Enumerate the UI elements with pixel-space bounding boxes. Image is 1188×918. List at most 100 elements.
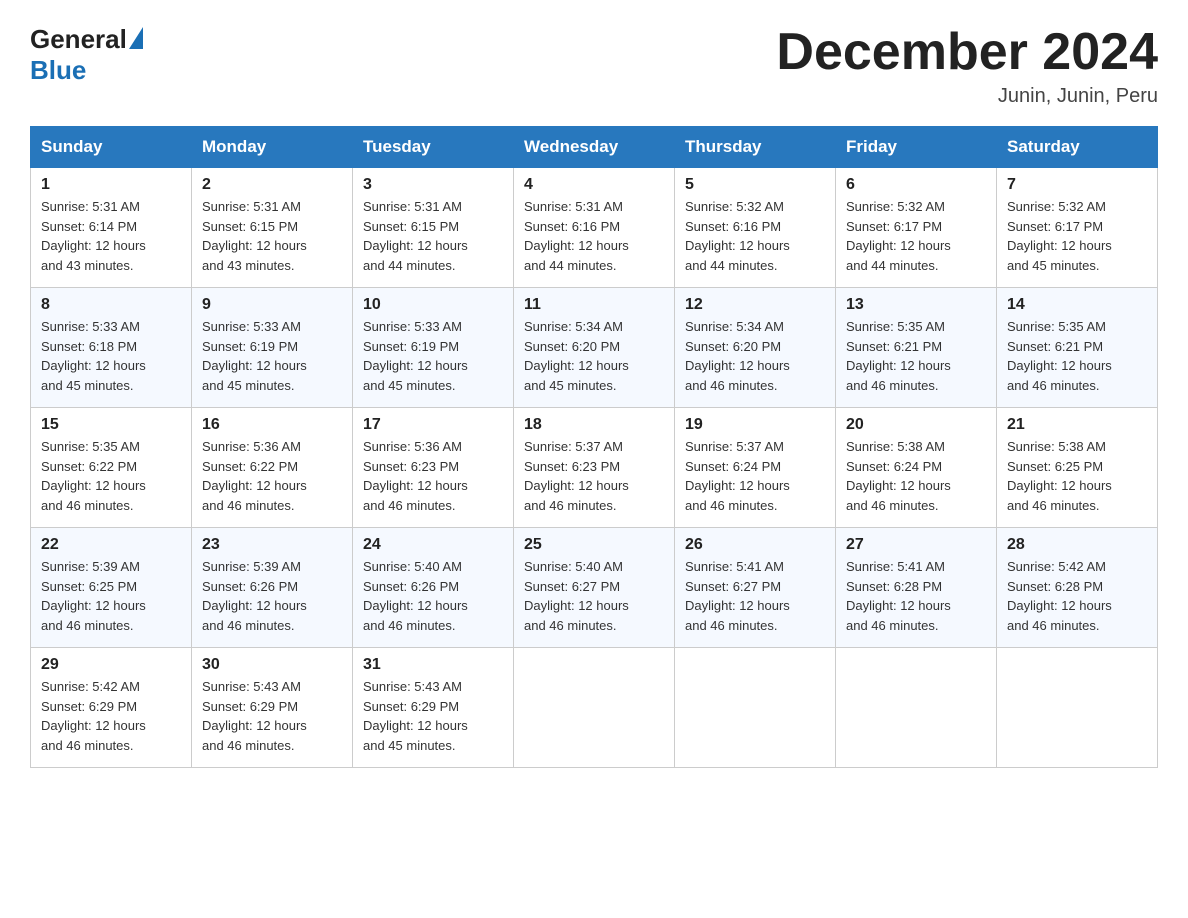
- day-info: Sunrise: 5:38 AM Sunset: 6:25 PM Dayligh…: [1007, 437, 1147, 515]
- day-number: 4: [524, 176, 664, 194]
- day-info: Sunrise: 5:32 AM Sunset: 6:16 PM Dayligh…: [685, 197, 825, 275]
- calendar-week-row: 8 Sunrise: 5:33 AM Sunset: 6:18 PM Dayli…: [31, 288, 1158, 408]
- calendar-cell: 15 Sunrise: 5:35 AM Sunset: 6:22 PM Dayl…: [31, 408, 192, 528]
- day-info: Sunrise: 5:41 AM Sunset: 6:28 PM Dayligh…: [846, 557, 986, 635]
- day-header-sunday: Sunday: [31, 127, 192, 168]
- day-number: 8: [41, 296, 181, 314]
- day-number: 23: [202, 536, 342, 554]
- calendar-cell: 29 Sunrise: 5:42 AM Sunset: 6:29 PM Dayl…: [31, 648, 192, 768]
- calendar-cell: 13 Sunrise: 5:35 AM Sunset: 6:21 PM Dayl…: [836, 288, 997, 408]
- day-number: 19: [685, 416, 825, 434]
- calendar-cell: 28 Sunrise: 5:42 AM Sunset: 6:28 PM Dayl…: [997, 528, 1158, 648]
- calendar-cell: 12 Sunrise: 5:34 AM Sunset: 6:20 PM Dayl…: [675, 288, 836, 408]
- day-info: Sunrise: 5:33 AM Sunset: 6:19 PM Dayligh…: [363, 317, 503, 395]
- logo-triangle-icon: [129, 27, 143, 49]
- day-info: Sunrise: 5:31 AM Sunset: 6:15 PM Dayligh…: [202, 197, 342, 275]
- calendar-cell: 8 Sunrise: 5:33 AM Sunset: 6:18 PM Dayli…: [31, 288, 192, 408]
- day-header-friday: Friday: [836, 127, 997, 168]
- day-number: 9: [202, 296, 342, 314]
- day-info: Sunrise: 5:37 AM Sunset: 6:24 PM Dayligh…: [685, 437, 825, 515]
- day-number: 2: [202, 176, 342, 194]
- calendar-cell: 17 Sunrise: 5:36 AM Sunset: 6:23 PM Dayl…: [353, 408, 514, 528]
- day-info: Sunrise: 5:39 AM Sunset: 6:25 PM Dayligh…: [41, 557, 181, 635]
- day-number: 18: [524, 416, 664, 434]
- calendar-cell: [836, 648, 997, 768]
- day-info: Sunrise: 5:35 AM Sunset: 6:22 PM Dayligh…: [41, 437, 181, 515]
- day-info: Sunrise: 5:36 AM Sunset: 6:22 PM Dayligh…: [202, 437, 342, 515]
- calendar-cell: 26 Sunrise: 5:41 AM Sunset: 6:27 PM Dayl…: [675, 528, 836, 648]
- day-number: 6: [846, 176, 986, 194]
- calendar-cell: 24 Sunrise: 5:40 AM Sunset: 6:26 PM Dayl…: [353, 528, 514, 648]
- day-number: 21: [1007, 416, 1147, 434]
- day-number: 10: [363, 296, 503, 314]
- day-number: 13: [846, 296, 986, 314]
- calendar-cell: 22 Sunrise: 5:39 AM Sunset: 6:25 PM Dayl…: [31, 528, 192, 648]
- day-info: Sunrise: 5:42 AM Sunset: 6:29 PM Dayligh…: [41, 677, 181, 755]
- day-info: Sunrise: 5:35 AM Sunset: 6:21 PM Dayligh…: [1007, 317, 1147, 395]
- day-number: 1: [41, 176, 181, 194]
- day-number: 14: [1007, 296, 1147, 314]
- day-info: Sunrise: 5:40 AM Sunset: 6:27 PM Dayligh…: [524, 557, 664, 635]
- day-number: 29: [41, 656, 181, 674]
- day-info: Sunrise: 5:39 AM Sunset: 6:26 PM Dayligh…: [202, 557, 342, 635]
- day-info: Sunrise: 5:40 AM Sunset: 6:26 PM Dayligh…: [363, 557, 503, 635]
- calendar-cell: 11 Sunrise: 5:34 AM Sunset: 6:20 PM Dayl…: [514, 288, 675, 408]
- calendar-cell: 1 Sunrise: 5:31 AM Sunset: 6:14 PM Dayli…: [31, 168, 192, 288]
- calendar-cell: 25 Sunrise: 5:40 AM Sunset: 6:27 PM Dayl…: [514, 528, 675, 648]
- day-number: 20: [846, 416, 986, 434]
- day-info: Sunrise: 5:37 AM Sunset: 6:23 PM Dayligh…: [524, 437, 664, 515]
- calendar-cell: 14 Sunrise: 5:35 AM Sunset: 6:21 PM Dayl…: [997, 288, 1158, 408]
- day-header-thursday: Thursday: [675, 127, 836, 168]
- calendar-week-row: 1 Sunrise: 5:31 AM Sunset: 6:14 PM Dayli…: [31, 168, 1158, 288]
- calendar-cell: 20 Sunrise: 5:38 AM Sunset: 6:24 PM Dayl…: [836, 408, 997, 528]
- title-section: December 2024 Junin, Junin, Peru: [776, 24, 1158, 108]
- calendar-cell: 2 Sunrise: 5:31 AM Sunset: 6:15 PM Dayli…: [192, 168, 353, 288]
- calendar-cell: [997, 648, 1158, 768]
- day-info: Sunrise: 5:33 AM Sunset: 6:18 PM Dayligh…: [41, 317, 181, 395]
- day-number: 3: [363, 176, 503, 194]
- day-info: Sunrise: 5:33 AM Sunset: 6:19 PM Dayligh…: [202, 317, 342, 395]
- day-info: Sunrise: 5:43 AM Sunset: 6:29 PM Dayligh…: [363, 677, 503, 755]
- calendar-cell: 16 Sunrise: 5:36 AM Sunset: 6:22 PM Dayl…: [192, 408, 353, 528]
- day-info: Sunrise: 5:41 AM Sunset: 6:27 PM Dayligh…: [685, 557, 825, 635]
- day-number: 22: [41, 536, 181, 554]
- day-info: Sunrise: 5:31 AM Sunset: 6:16 PM Dayligh…: [524, 197, 664, 275]
- day-info: Sunrise: 5:38 AM Sunset: 6:24 PM Dayligh…: [846, 437, 986, 515]
- day-info: Sunrise: 5:36 AM Sunset: 6:23 PM Dayligh…: [363, 437, 503, 515]
- day-info: Sunrise: 5:34 AM Sunset: 6:20 PM Dayligh…: [524, 317, 664, 395]
- day-number: 25: [524, 536, 664, 554]
- day-info: Sunrise: 5:32 AM Sunset: 6:17 PM Dayligh…: [846, 197, 986, 275]
- day-number: 27: [846, 536, 986, 554]
- calendar-cell: 21 Sunrise: 5:38 AM Sunset: 6:25 PM Dayl…: [997, 408, 1158, 528]
- day-number: 24: [363, 536, 503, 554]
- calendar-cell: 10 Sunrise: 5:33 AM Sunset: 6:19 PM Dayl…: [353, 288, 514, 408]
- calendar-cell: 18 Sunrise: 5:37 AM Sunset: 6:23 PM Dayl…: [514, 408, 675, 528]
- calendar-cell: 30 Sunrise: 5:43 AM Sunset: 6:29 PM Dayl…: [192, 648, 353, 768]
- calendar-cell: 7 Sunrise: 5:32 AM Sunset: 6:17 PM Dayli…: [997, 168, 1158, 288]
- calendar-table: SundayMondayTuesdayWednesdayThursdayFrid…: [30, 126, 1158, 768]
- logo-general-text: General: [30, 24, 127, 55]
- calendar-cell: 4 Sunrise: 5:31 AM Sunset: 6:16 PM Dayli…: [514, 168, 675, 288]
- calendar-week-row: 29 Sunrise: 5:42 AM Sunset: 6:29 PM Dayl…: [31, 648, 1158, 768]
- day-header-saturday: Saturday: [997, 127, 1158, 168]
- calendar-header-row: SundayMondayTuesdayWednesdayThursdayFrid…: [31, 127, 1158, 168]
- logo-blue-text: Blue: [30, 55, 86, 86]
- calendar-cell: 31 Sunrise: 5:43 AM Sunset: 6:29 PM Dayl…: [353, 648, 514, 768]
- page-header: General Blue December 2024 Junin, Junin,…: [30, 24, 1158, 108]
- day-info: Sunrise: 5:42 AM Sunset: 6:28 PM Dayligh…: [1007, 557, 1147, 635]
- calendar-cell: 19 Sunrise: 5:37 AM Sunset: 6:24 PM Dayl…: [675, 408, 836, 528]
- day-info: Sunrise: 5:31 AM Sunset: 6:14 PM Dayligh…: [41, 197, 181, 275]
- day-info: Sunrise: 5:35 AM Sunset: 6:21 PM Dayligh…: [846, 317, 986, 395]
- day-number: 15: [41, 416, 181, 434]
- calendar-cell: 23 Sunrise: 5:39 AM Sunset: 6:26 PM Dayl…: [192, 528, 353, 648]
- day-number: 28: [1007, 536, 1147, 554]
- day-info: Sunrise: 5:31 AM Sunset: 6:15 PM Dayligh…: [363, 197, 503, 275]
- calendar-cell: 27 Sunrise: 5:41 AM Sunset: 6:28 PM Dayl…: [836, 528, 997, 648]
- day-header-monday: Monday: [192, 127, 353, 168]
- calendar-cell: 5 Sunrise: 5:32 AM Sunset: 6:16 PM Dayli…: [675, 168, 836, 288]
- day-info: Sunrise: 5:32 AM Sunset: 6:17 PM Dayligh…: [1007, 197, 1147, 275]
- calendar-cell: [675, 648, 836, 768]
- day-number: 12: [685, 296, 825, 314]
- day-number: 16: [202, 416, 342, 434]
- calendar-subtitle: Junin, Junin, Peru: [776, 85, 1158, 108]
